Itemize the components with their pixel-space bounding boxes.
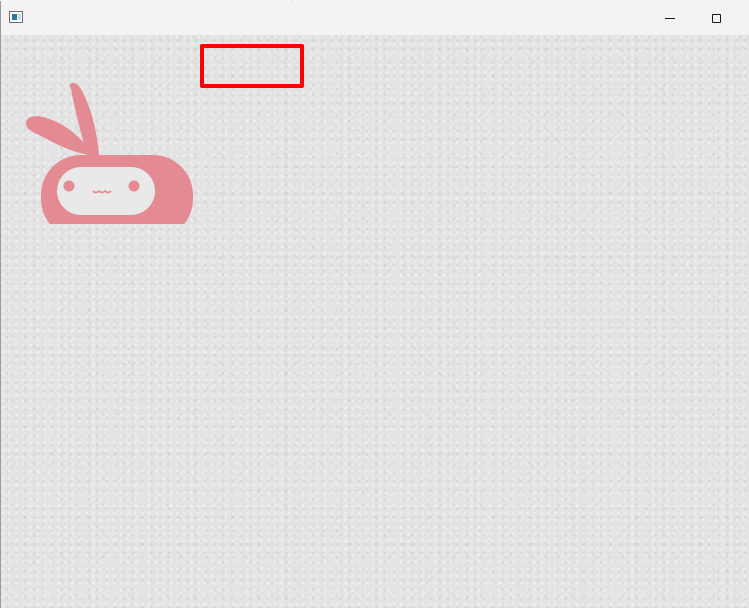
red-rectangle[interactable]: [200, 44, 304, 88]
maximize-icon: [711, 13, 721, 23]
minimize-button[interactable]: [647, 1, 693, 35]
title-bar[interactable]: [1, 1, 749, 36]
app-window: [0, 1, 749, 608]
bunny-mascot-icon: [25, 82, 193, 224]
minimize-icon: [665, 17, 675, 19]
app-window-icon: [9, 11, 23, 23]
drawing-canvas[interactable]: [1, 35, 749, 608]
maximize-button[interactable]: [693, 1, 739, 35]
